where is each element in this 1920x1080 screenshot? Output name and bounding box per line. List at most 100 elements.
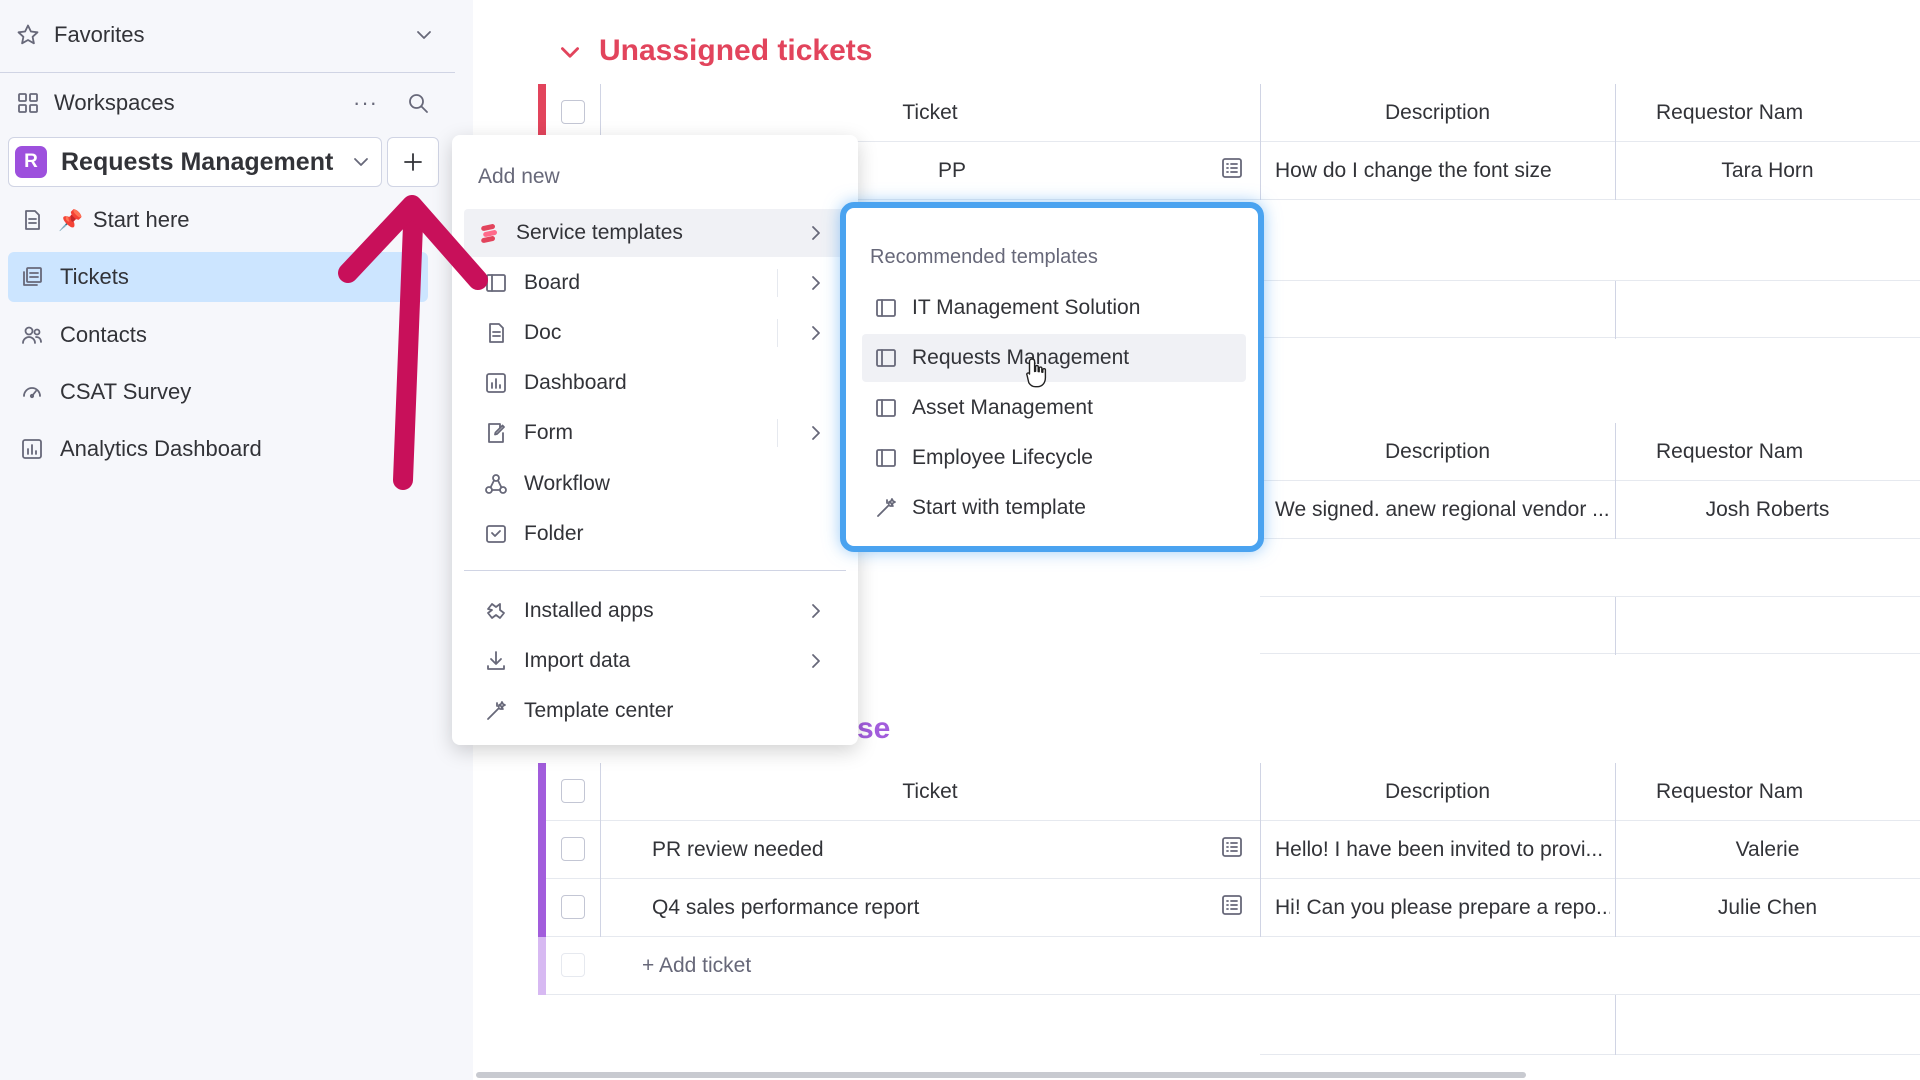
ticket-requestor[interactable]: Valerie <box>1615 821 1920 879</box>
template-item-label: IT Management Solution <box>912 296 1141 319</box>
ticket-description[interactable]: We signed. anew regional vendor ... <box>1275 481 1610 539</box>
menu-item-form[interactable]: Form <box>464 409 846 457</box>
chevron-down-icon <box>354 158 368 166</box>
menu-item-workflow[interactable]: Workflow <box>464 460 846 508</box>
table-header: Ticket Description Requestor Nam <box>538 84 1920 142</box>
column-header-requestor[interactable]: Requestor Nam <box>1628 423 1920 481</box>
ticket-requestor[interactable]: Julie Chen <box>1615 879 1920 937</box>
select-all-checkbox[interactable] <box>561 779 585 803</box>
sidebar-item-label: Analytics Dashboard <box>60 436 262 461</box>
table-row[interactable]: Q4 sales performance report Hi! Can you … <box>538 879 1920 937</box>
column-header-ticket[interactable]: Ticket <box>600 84 1260 142</box>
search-icon[interactable] <box>406 91 430 115</box>
chevron-right-icon <box>812 226 820 240</box>
menu-item-label: Doc <box>524 321 562 344</box>
menu-item-board[interactable]: Board <box>464 259 846 307</box>
sidebar: Favorites Workspaces ··· R Requests Mana… <box>0 0 473 1080</box>
template-item-start-with-template[interactable]: Start with template <box>862 484 1246 532</box>
ticket-requestor[interactable]: Josh Roberts <box>1615 481 1920 539</box>
sidebar-item-label: Tickets <box>60 264 129 289</box>
column-header-description[interactable]: Description <box>1260 763 1615 821</box>
template-item-asset-management[interactable]: Asset Management <box>862 384 1246 432</box>
sidebar-item-label: Start here <box>92 207 190 232</box>
template-item-it-management-solution[interactable]: IT Management Solution <box>862 284 1246 332</box>
magic-wand-icon <box>487 701 506 720</box>
item-updates-icon[interactable] <box>1220 835 1244 859</box>
board-icon <box>876 399 896 417</box>
menu-item-label: Dashboard <box>524 371 627 394</box>
table-header: Ticket Description Requestor Nam <box>538 763 1920 821</box>
group-title[interactable]: Unassigned tickets <box>599 34 872 68</box>
menu-item-template-center[interactable]: Template center <box>464 687 846 735</box>
apps-icon <box>487 603 505 619</box>
contacts-icon <box>22 326 42 344</box>
ticket-description[interactable]: Hi! Can you please prepare a repo... <box>1275 879 1610 937</box>
menu-item-folder[interactable]: Folder <box>464 510 846 558</box>
template-item-requests-management[interactable]: Requests Management <box>862 334 1246 382</box>
magic-wand-icon <box>877 498 896 517</box>
document-icon <box>25 210 40 230</box>
hand-cursor-icon <box>1026 358 1047 388</box>
row-checkbox[interactable] <box>561 895 585 919</box>
row-checkbox <box>561 953 585 977</box>
menu-item-label: Form <box>524 421 573 444</box>
summary-row <box>1260 596 1920 655</box>
group-color-bar <box>538 84 546 142</box>
select-all-checkbox[interactable] <box>561 100 585 124</box>
ticket-name[interactable]: Q4 sales performance report <box>652 879 1192 937</box>
menu-divider <box>464 570 846 571</box>
chevron-down-icon[interactable] <box>412 23 436 47</box>
board-icon <box>876 299 896 317</box>
item-updates-icon[interactable] <box>1220 893 1244 917</box>
ticket-name[interactable]: PR review needed <box>652 821 1192 879</box>
menu-item-service-templates[interactable]: Service templates <box>464 209 846 257</box>
chevron-right-icon <box>812 604 820 618</box>
add-item-row[interactable]: + Add ticket <box>538 937 1920 995</box>
dashboard-icon <box>22 439 42 459</box>
menu-item-installed-apps[interactable]: Installed apps <box>464 587 846 635</box>
pushpin-icon: 📌 <box>58 209 83 232</box>
workspaces-header: Workspaces ··· <box>16 80 446 126</box>
menu-item-label: Board <box>524 271 581 294</box>
recommended-templates-submenu: Recommended templates IT Management Solu… <box>840 202 1264 552</box>
favorites-toggle[interactable]: Favorites <box>16 12 436 58</box>
item-updates-icon[interactable] <box>1220 156 1244 180</box>
column-header-ticket[interactable]: Ticket <box>600 763 1260 821</box>
menu-item-label: Template center <box>524 699 674 722</box>
template-item-employee-lifecycle[interactable]: Employee Lifecycle <box>862 434 1246 482</box>
star-icon <box>17 24 39 45</box>
annotation-arrow-icon <box>338 195 488 490</box>
add-new-menu: Add new Service templates Board Doc Dash… <box>452 135 858 745</box>
horizontal-scrollbar[interactable] <box>476 1072 1526 1078</box>
add-ticket-button[interactable]: + Add ticket <box>642 937 1042 995</box>
gauge-icon <box>23 387 41 399</box>
sidebar-item-label: Contacts <box>60 322 147 347</box>
chevron-right-icon[interactable] <box>804 321 828 345</box>
menu-item-dashboard[interactable]: Dashboard <box>464 359 846 407</box>
workspace-selector[interactable]: R Requests Management <box>8 137 382 187</box>
row-checkbox[interactable] <box>561 837 585 861</box>
menu-item-import-data[interactable]: Import data <box>464 637 846 685</box>
ticket-requestor[interactable]: Tara Horn <box>1615 142 1920 200</box>
workspace-name: Requests Management <box>61 147 334 176</box>
menu-item-label: Service templates <box>516 221 683 244</box>
group-title[interactable]: se <box>857 712 890 746</box>
chevron-right-icon[interactable] <box>804 271 828 295</box>
table-row[interactable]: PR review needed Hello! I have been invi… <box>538 821 1920 879</box>
menu-item-label: Workflow <box>524 472 610 495</box>
menu-header: Add new <box>478 165 560 188</box>
column-header-requestor[interactable]: Requestor Nam <box>1628 84 1920 142</box>
column-header-description[interactable]: Description <box>1260 84 1615 142</box>
menu-item-doc[interactable]: Doc <box>464 309 846 357</box>
ticket-description[interactable]: Hello! I have been invited to provi... <box>1275 821 1610 879</box>
template-item-label: Asset Management <box>912 396 1093 419</box>
ticket-description[interactable]: How do I change the font size <box>1275 142 1610 200</box>
ticket-name[interactable]: PP <box>938 142 1238 200</box>
add-new-button[interactable] <box>387 137 439 187</box>
column-header-requestor[interactable]: Requestor Nam <box>1628 763 1920 821</box>
chevron-down-icon[interactable] <box>557 40 583 66</box>
more-options-button[interactable]: ··· <box>353 90 378 116</box>
chevron-right-icon[interactable] <box>804 421 828 445</box>
column-header-description[interactable]: Description <box>1260 423 1615 481</box>
menu-item-label: Installed apps <box>524 599 654 622</box>
